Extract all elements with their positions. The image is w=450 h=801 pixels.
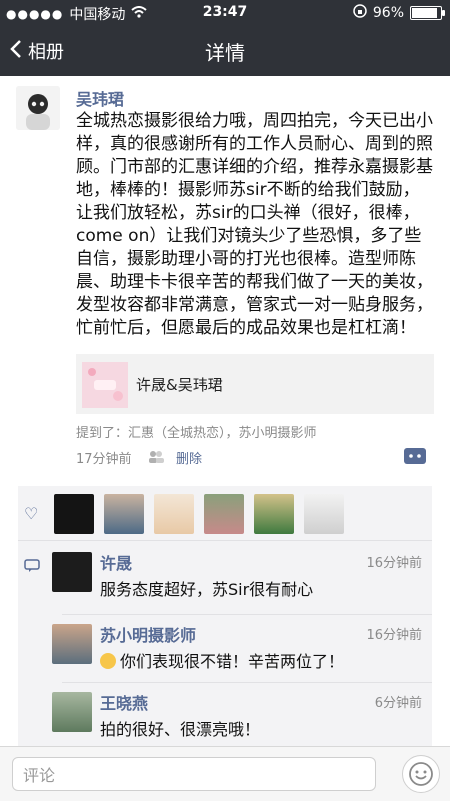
status-bar: ●●●●● 中国移动 23:47 96% <box>0 0 450 26</box>
delete-link[interactable]: 删除 <box>176 448 202 467</box>
comment-time: 6分钟前 <box>374 696 422 711</box>
comment-icon <box>24 558 40 574</box>
comment-menu-button[interactable] <box>404 448 426 464</box>
comments-section: ♡ 许晟 16分钟前 服务态度超好，苏Sir很有耐心 苏小明摄影师 16分钟前 … <box>18 486 432 746</box>
emoji-button[interactable] <box>402 755 440 793</box>
back-label: 相册 <box>28 42 64 63</box>
moment-post: 吴玮珺 全城热恋摄影很给力哦，周四拍完，今天已出小样，真的很感谢所有的工作人员耐… <box>0 76 450 746</box>
comment-text: 服务态度超好，苏Sir很有耐心 <box>100 580 314 599</box>
commenter-avatar[interactable] <box>52 624 92 664</box>
battery-fill <box>412 8 437 18</box>
author-avatar[interactable] <box>16 86 60 130</box>
battery-percent: 96% <box>372 5 404 21</box>
shared-album-title: 许晟&吴玮珺 <box>136 376 223 394</box>
smile-emoji-icon <box>100 653 116 669</box>
heart-icon: ♡ <box>24 504 39 523</box>
commenter-avatar[interactable] <box>52 692 92 732</box>
post-meta-row: 17分钟前 删除 <box>76 448 432 470</box>
like-avatar-2[interactable] <box>104 494 144 534</box>
like-avatar-list <box>54 494 344 534</box>
shared-album-thumbnail <box>82 362 128 408</box>
comment-item[interactable]: 许晟 16分钟前 服务态度超好，苏Sir很有耐心 <box>18 542 432 612</box>
comment-composer: 评论 <box>0 746 450 801</box>
comment-text: 拍的很好、很漂亮哦！ <box>100 720 261 739</box>
comment-time: 16分钟前 <box>366 556 422 571</box>
like-avatar-3[interactable] <box>154 494 194 534</box>
like-avatar-4[interactable] <box>204 494 244 534</box>
rotation-lock-icon <box>353 4 367 22</box>
people-icon <box>148 450 164 468</box>
emoji-icon <box>409 762 433 786</box>
back-button[interactable]: 相册 <box>10 38 64 64</box>
commenter-name[interactable]: 许晟 <box>100 550 132 574</box>
page-title: 详情 <box>205 41 245 65</box>
like-avatar-1[interactable] <box>54 494 94 534</box>
comment-item[interactable]: 王晓燕 6分钟前 拍的很好、很漂亮哦！ <box>18 682 432 746</box>
post-content: 全城热恋摄影很给力哦，周四拍完，今天已出小样，真的很感谢所有的工作人员耐心、周到… <box>76 111 433 338</box>
author-name[interactable]: 吴玮珺 <box>76 86 124 110</box>
like-avatar-5[interactable] <box>254 494 294 534</box>
commenter-avatar[interactable] <box>52 552 92 592</box>
battery-icon <box>410 6 445 20</box>
likes-row: ♡ <box>18 486 432 541</box>
comment-text-row: 你们表现很不错！辛苦两位了！ <box>100 648 344 672</box>
top-navigation: 相册 详情 <box>0 26 450 76</box>
mentioned-people[interactable]: 提到了：汇惠（全城热恋），苏小明摄影师 <box>76 422 317 441</box>
comment-input[interactable]: 评论 <box>12 757 376 791</box>
chevron-left-icon <box>10 39 22 64</box>
commenter-name[interactable]: 王晓燕 <box>100 690 148 714</box>
status-right: 96% <box>353 4 445 22</box>
comment-text: 你们表现很不错！辛苦两位了！ <box>120 652 345 671</box>
post-time: 17分钟前 <box>76 452 132 467</box>
shared-album-card[interactable]: 许晟&吴玮珺 <box>76 354 434 414</box>
commenter-name[interactable]: 苏小明摄影师 <box>100 622 196 646</box>
comment-time: 16分钟前 <box>366 628 422 643</box>
comment-item[interactable]: 苏小明摄影师 16分钟前 你们表现很不错！辛苦两位了！ <box>18 614 432 680</box>
like-avatar-6[interactable] <box>304 494 344 534</box>
